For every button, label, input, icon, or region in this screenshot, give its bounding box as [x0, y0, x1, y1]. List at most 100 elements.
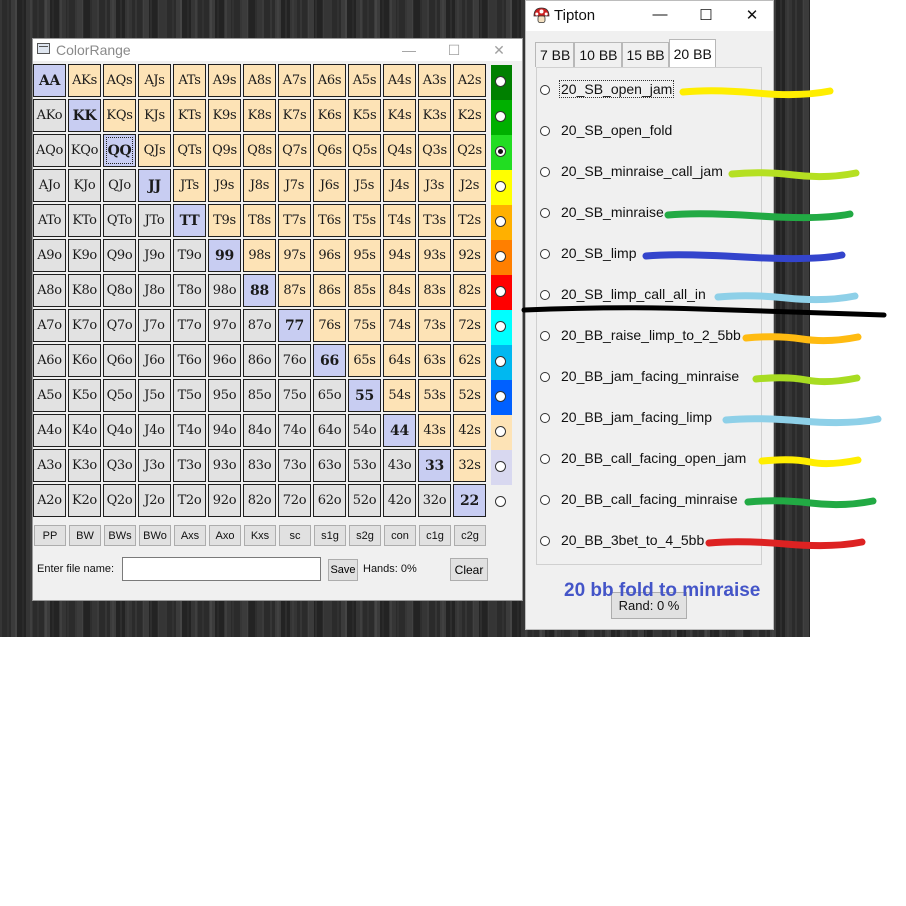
preset-button-bwo[interactable]: BWo	[139, 525, 171, 546]
hand-cell-K5s[interactable]: K5s	[348, 99, 381, 132]
color-radio[interactable]	[495, 181, 506, 192]
color-radio[interactable]	[495, 321, 506, 332]
hand-cell-A2o[interactable]: A2o	[33, 484, 66, 517]
hand-cell-74s[interactable]: 74s	[383, 309, 416, 342]
color-swatch[interactable]	[491, 310, 512, 345]
hand-cell-TT[interactable]: TT	[173, 204, 206, 237]
hand-cell-T8o[interactable]: T8o	[173, 274, 206, 307]
hand-cell-QQ[interactable]: QQ	[103, 134, 136, 167]
hand-cell-AJs[interactable]: AJs	[138, 64, 171, 97]
hand-cell-Q7o[interactable]: Q7o	[103, 309, 136, 342]
option-radio[interactable]	[540, 249, 550, 259]
minimize-icon[interactable]: —	[650, 6, 670, 23]
hand-cell-Q9o[interactable]: Q9o	[103, 239, 136, 272]
close-icon[interactable]: ✕	[489, 41, 509, 59]
color-radio[interactable]	[495, 391, 506, 402]
option-radio[interactable]	[540, 126, 550, 136]
hand-cell-J5o[interactable]: J5o	[138, 379, 171, 412]
hand-cell-84o[interactable]: 84o	[243, 414, 276, 447]
hand-cell-AKo[interactable]: AKo	[33, 99, 66, 132]
hand-cell-K5o[interactable]: K5o	[68, 379, 101, 412]
close-icon[interactable]: ✕	[742, 6, 762, 24]
hand-cell-K9s[interactable]: K9s	[208, 99, 241, 132]
hand-cell-J7o[interactable]: J7o	[138, 309, 171, 342]
option-radio[interactable]	[540, 167, 550, 177]
hand-cell-AQs[interactable]: AQs	[103, 64, 136, 97]
hand-cell-J8s[interactable]: J8s	[243, 169, 276, 202]
preset-button-s1g[interactable]: s1g	[314, 525, 346, 546]
hand-cell-KTo[interactable]: KTo	[68, 204, 101, 237]
hand-cell-87o[interactable]: 87o	[243, 309, 276, 342]
hand-cell-A4o[interactable]: A4o	[33, 414, 66, 447]
color-radio[interactable]	[495, 146, 506, 157]
hand-cell-K6s[interactable]: K6s	[313, 99, 346, 132]
hand-cell-98o[interactable]: 98o	[208, 274, 241, 307]
hand-cell-AKs[interactable]: AKs	[68, 64, 101, 97]
hand-cell-43s[interactable]: 43s	[418, 414, 451, 447]
hand-cell-87s[interactable]: 87s	[278, 274, 311, 307]
tab-7-bb[interactable]: 7 BB	[535, 42, 575, 67]
hand-cell-K4o[interactable]: K4o	[68, 414, 101, 447]
hand-cell-Q3o[interactable]: Q3o	[103, 449, 136, 482]
hand-cell-T6s[interactable]: T6s	[313, 204, 346, 237]
hand-cell-64o[interactable]: 64o	[313, 414, 346, 447]
hand-cell-K7s[interactable]: K7s	[278, 99, 311, 132]
option-radio[interactable]	[540, 208, 550, 218]
color-swatch[interactable]	[491, 65, 512, 100]
color-swatch[interactable]	[491, 345, 512, 380]
hand-cell-52o[interactable]: 52o	[348, 484, 381, 517]
hand-cell-AA[interactable]: AA	[33, 64, 66, 97]
color-swatch[interactable]	[491, 135, 512, 170]
hand-cell-95s[interactable]: 95s	[348, 239, 381, 272]
hand-cell-65o[interactable]: 65o	[313, 379, 346, 412]
preset-button-sc[interactable]: sc	[279, 525, 311, 546]
hand-cell-T5o[interactable]: T5o	[173, 379, 206, 412]
color-radio[interactable]	[495, 426, 506, 437]
color-radio[interactable]	[495, 496, 506, 507]
option-radio[interactable]	[540, 331, 550, 341]
hand-cell-75s[interactable]: 75s	[348, 309, 381, 342]
file-name-input[interactable]	[122, 557, 321, 581]
hand-cell-A3s[interactable]: A3s	[418, 64, 451, 97]
hand-cell-T4o[interactable]: T4o	[173, 414, 206, 447]
hand-cell-A8s[interactable]: A8s	[243, 64, 276, 97]
hand-cell-J9o[interactable]: J9o	[138, 239, 171, 272]
color-swatch[interactable]	[491, 275, 512, 310]
hand-cell-Q5o[interactable]: Q5o	[103, 379, 136, 412]
hand-cell-T6o[interactable]: T6o	[173, 344, 206, 377]
hand-cell-96o[interactable]: 96o	[208, 344, 241, 377]
hand-cell-83s[interactable]: 83s	[418, 274, 451, 307]
hand-cell-33[interactable]: 33	[418, 449, 451, 482]
hand-cell-42s[interactable]: 42s	[453, 414, 486, 447]
hand-cell-Q6o[interactable]: Q6o	[103, 344, 136, 377]
hand-cell-A9o[interactable]: A9o	[33, 239, 66, 272]
hand-cell-K4s[interactable]: K4s	[383, 99, 416, 132]
hand-cell-83o[interactable]: 83o	[243, 449, 276, 482]
hand-cell-J8o[interactable]: J8o	[138, 274, 171, 307]
hand-cell-K3o[interactable]: K3o	[68, 449, 101, 482]
hand-cell-T9s[interactable]: T9s	[208, 204, 241, 237]
option-radio[interactable]	[540, 372, 550, 382]
hand-cell-K2o[interactable]: K2o	[68, 484, 101, 517]
minimize-icon[interactable]: —	[399, 41, 419, 59]
hand-cell-98s[interactable]: 98s	[243, 239, 276, 272]
hand-cell-A6o[interactable]: A6o	[33, 344, 66, 377]
hand-cell-54s[interactable]: 54s	[383, 379, 416, 412]
color-radio[interactable]	[495, 76, 506, 87]
preset-button-pp[interactable]: PP	[34, 525, 66, 546]
option-radio[interactable]	[540, 85, 550, 95]
hand-cell-75o[interactable]: 75o	[278, 379, 311, 412]
hand-cell-KK[interactable]: KK	[68, 99, 101, 132]
hand-cell-A7s[interactable]: A7s	[278, 64, 311, 97]
hand-cell-93s[interactable]: 93s	[418, 239, 451, 272]
hand-cell-T2o[interactable]: T2o	[173, 484, 206, 517]
hand-cell-54o[interactable]: 54o	[348, 414, 381, 447]
preset-button-c2g[interactable]: c2g	[454, 525, 486, 546]
hand-cell-QTo[interactable]: QTo	[103, 204, 136, 237]
color-swatch[interactable]	[491, 205, 512, 240]
tab-20-bb[interactable]: 20 BB	[668, 39, 716, 67]
hand-cell-94o[interactable]: 94o	[208, 414, 241, 447]
clear-button[interactable]: Clear	[450, 558, 488, 581]
hand-cell-99[interactable]: 99	[208, 239, 241, 272]
color-radio[interactable]	[495, 111, 506, 122]
